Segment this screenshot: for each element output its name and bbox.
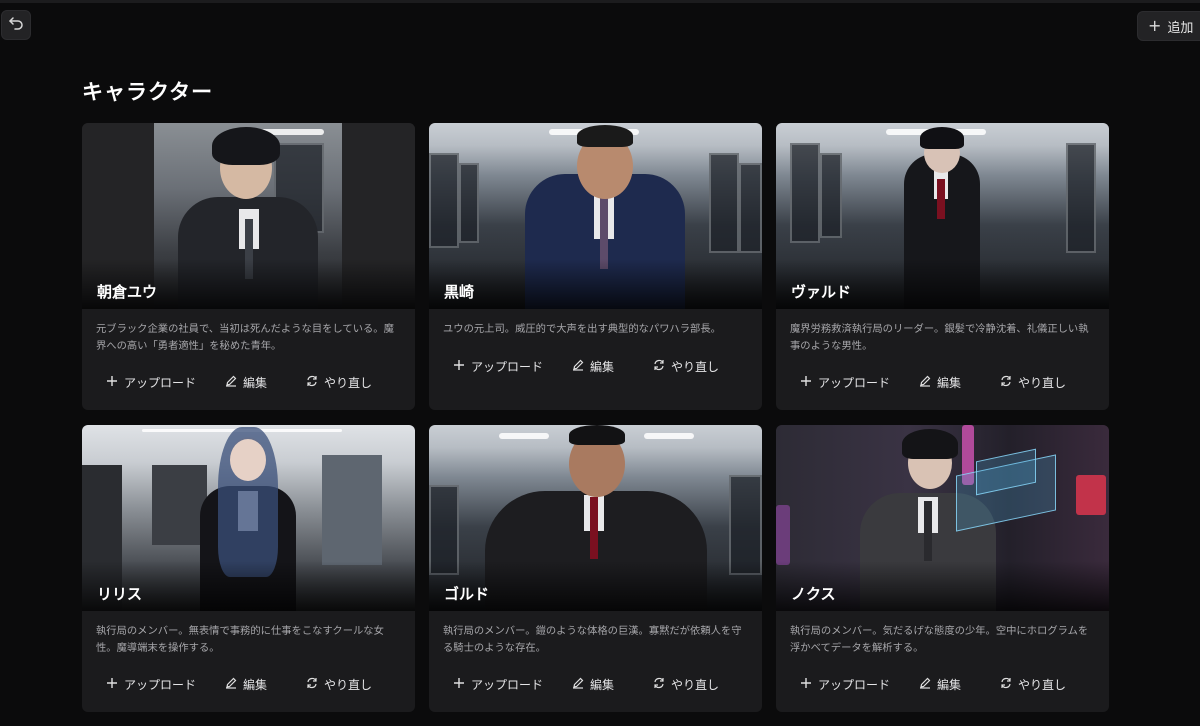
character-name: ノクス [791,585,836,603]
edit-button[interactable]: 編集 [919,374,991,391]
redo-button[interactable]: やり直し [306,374,396,391]
pencil-icon [225,375,237,390]
character-description: 元ブラック企業の社員で、当初は死んだような目をしている。魔界への高い「勇者適性」… [96,323,394,352]
character-card: 黒崎 ユウの元上司。威圧的で大声を出す典型的なパワハラ部長。 アップロード 編集… [429,123,762,410]
page-title: キャラクター [82,80,214,104]
upload-label: アップロード [818,376,891,390]
add-button-label: 追加 [1167,20,1194,36]
character-description: 執行局のメンバー。無表情で事務的に仕事をこなすクールな女性。魔導端末を操作する。 [96,625,384,654]
character-description: 魔界労務救済執行局のリーダー。銀髪で冷静沈着、礼儀正しい執事のような男性。 [790,323,1089,352]
edit-label: 編集 [937,678,962,692]
character-card: ゴルド 執行局のメンバー。鎧のような体格の巨漢。寡黙だが依頼人を守る騎士のような… [429,425,762,712]
character-image: 黒崎 [429,123,762,309]
pencil-icon [572,677,584,692]
character-card: ノクス 執行局のメンバー。気だるげな態度の少年。空中にホログラムを浮かべてデータ… [776,425,1109,712]
redo-label: やり直し [671,360,720,374]
pencil-icon [572,359,584,374]
edit-button[interactable]: 編集 [572,676,644,693]
edit-button[interactable]: 編集 [572,358,644,375]
character-card: リリス 執行局のメンバー。無表情で事務的に仕事をこなすクールな女性。魔導端末を操… [82,425,415,712]
character-name: ゴルド [444,585,490,603]
undo-icon [8,15,24,35]
plus-icon [800,677,812,692]
redo-button[interactable]: やり直し [306,676,396,693]
character-description: ユウの元上司。威圧的で大声を出す典型的なパワハラ部長。 [443,323,721,335]
character-image: 朝倉ユウ [82,123,415,309]
redo-label: やり直し [324,678,373,692]
character-description: 執行局のメンバー。鎧のような体格の巨漢。寡黙だが依頼人を守る騎士のような存在。 [443,625,742,654]
plus-icon [800,375,812,390]
redo-button[interactable]: やり直し [1000,676,1090,693]
redo-label: やり直し [1018,678,1067,692]
redo-label: やり直し [671,678,720,692]
upload-label: アップロード [124,376,197,390]
refresh-icon [306,677,318,692]
edit-label: 編集 [243,678,268,692]
pencil-icon [225,677,237,692]
refresh-icon [1000,677,1012,692]
plus-icon [106,375,118,390]
refresh-icon [1000,375,1012,390]
edit-button[interactable]: 編集 [919,676,991,693]
pencil-icon [919,375,931,390]
character-card: ヴァルド 魔界労務救済執行局のリーダー。銀髪で冷静沈着、礼儀正しい執事のような男… [776,123,1109,410]
character-grid: 朝倉ユウ 元ブラック企業の社員で、当初は死んだような目をしている。魔界への高い「… [82,123,1109,712]
refresh-icon [653,677,665,692]
redo-button[interactable]: やり直し [653,358,743,375]
upload-label: アップロード [471,360,544,374]
upload-label: アップロード [818,678,891,692]
character-description: 執行局のメンバー。気だるげな態度の少年。空中にホログラムを浮かべてデータを解析す… [790,625,1089,654]
character-image: ヴァルド [776,123,1109,309]
edit-label: 編集 [243,376,268,390]
character-image: ノクス [776,425,1109,611]
upload-button[interactable]: アップロード [800,676,910,693]
refresh-icon [306,375,318,390]
character-card: 朝倉ユウ 元ブラック企業の社員で、当初は死んだような目をしている。魔界への高い「… [82,123,415,410]
edit-label: 編集 [937,376,962,390]
edit-button[interactable]: 編集 [225,374,297,391]
upload-button[interactable]: アップロード [106,676,216,693]
plus-icon [106,677,118,692]
character-name: 朝倉ユウ [97,283,158,301]
upload-button[interactable]: アップロード [453,676,563,693]
upload-button[interactable]: アップロード [800,374,910,391]
back-button[interactable] [1,10,31,40]
redo-label: やり直し [1018,376,1067,390]
character-name: 黒崎 [444,283,475,301]
plus-icon [453,677,465,692]
add-character-button[interactable]: + 追加 [1137,11,1200,41]
redo-label: やり直し [324,376,373,390]
upload-button[interactable]: アップロード [453,358,563,375]
pencil-icon [919,677,931,692]
character-image: リリス [82,425,415,611]
edit-label: 編集 [590,360,615,374]
edit-button[interactable]: 編集 [225,676,297,693]
character-name: ヴァルド [791,283,852,301]
edit-label: 編集 [590,678,615,692]
refresh-icon [653,359,665,374]
upload-label: アップロード [471,678,544,692]
plus-icon: + [1148,16,1162,35]
top-border [0,0,1200,3]
character-name: リリス [97,585,143,603]
redo-button[interactable]: やり直し [653,676,743,693]
redo-button[interactable]: やり直し [1000,374,1090,391]
plus-icon [453,359,465,374]
upload-button[interactable]: アップロード [106,374,216,391]
character-image: ゴルド [429,425,762,611]
upload-label: アップロード [124,678,197,692]
